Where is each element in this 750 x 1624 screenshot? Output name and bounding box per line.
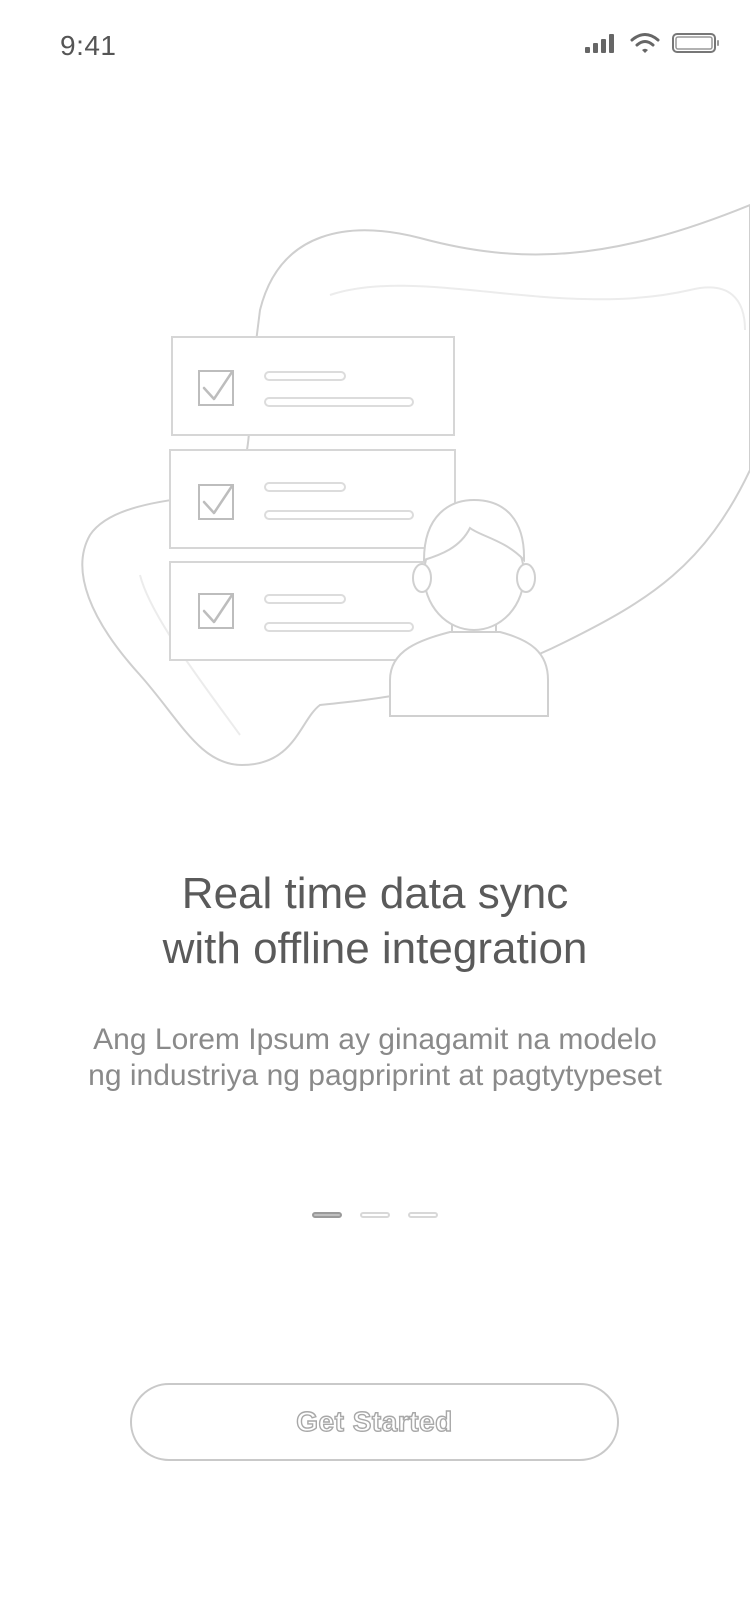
status-bar: 9:41 [0,0,750,96]
wifi-icon [630,32,660,54]
onboarding-description: Ang Lorem Ipsum ay ginagamit na modelo n… [88,1023,662,1092]
page-indicator [0,1212,750,1218]
onboarding-title-line-2: with offline integration [162,924,588,973]
onboarding-title: Real time data sync with offline integra… [0,866,750,976]
onboarding-illustration [0,180,750,780]
page-indicator-dot-1[interactable] [312,1212,342,1218]
checklist-card-1 [171,336,455,436]
page-indicator-dot-2[interactable] [360,1212,390,1218]
get-started-button-label: Get Started [296,1405,453,1437]
battery-icon [672,32,720,54]
status-icons [584,32,720,54]
get-started-button[interactable]: Get Started [130,1383,619,1461]
status-time: 9:41 [60,30,117,61]
page-indicator-dot-3[interactable] [408,1212,438,1218]
onboarding-title-line-1: Real time data sync [181,869,569,918]
cellular-signal-icon [584,32,618,54]
checklist-card-2 [169,449,456,549]
